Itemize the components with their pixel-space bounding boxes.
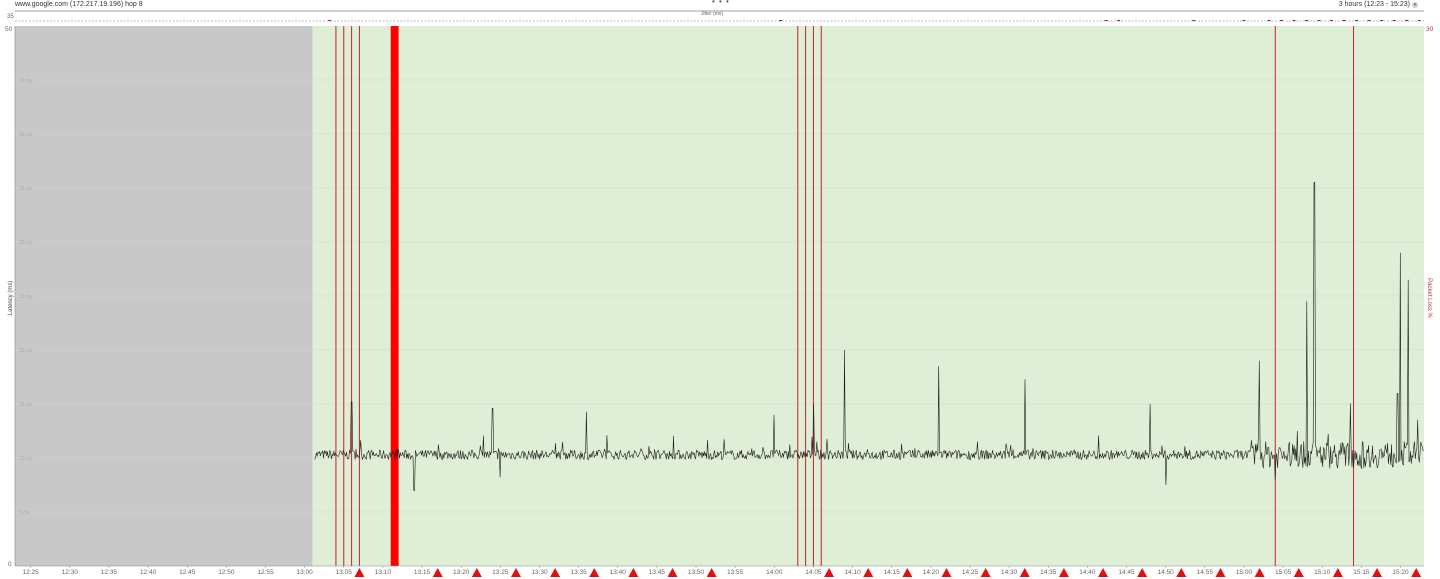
alert-triangle	[1411, 568, 1422, 577]
x-tick-label: 14:05	[805, 569, 822, 576]
alert-triangle	[667, 568, 678, 577]
alert-triangle	[1019, 568, 1030, 577]
alert-triangle	[589, 568, 600, 577]
x-tick-label: 12:40	[140, 569, 157, 576]
alert-triangle	[863, 568, 874, 577]
alert-triangle	[706, 568, 717, 577]
x-tick-labels: 12:25 12:30 12:35 12:40 12:45 12:50 12:55 13:00…	[23, 566, 1409, 576]
x-tick-label: 14:55	[1197, 569, 1214, 576]
jitter-scale-label: 35	[7, 14, 14, 20]
alert-triangle	[628, 568, 639, 577]
x-tick-label: 13:55	[727, 569, 744, 576]
x-tick-label: 15:20	[1392, 569, 1409, 576]
jitter-label: Jitter (ms)	[701, 11, 724, 17]
alert-triangle	[824, 568, 835, 577]
alert-triangle	[471, 568, 482, 577]
x-tick-label: 12:30	[62, 569, 79, 576]
x-tick-label: 14:45	[1118, 569, 1135, 576]
x-tick-label: 12:50	[218, 569, 235, 576]
y-min-label: 0	[8, 561, 12, 568]
x-tick-label: 13:20	[453, 569, 470, 576]
x-tick-label: 14:15	[884, 569, 901, 576]
x-tick-label: 13:15	[414, 569, 431, 576]
x-tick-label: 14:35	[1040, 569, 1057, 576]
y-tick-label: 30 ms	[19, 240, 33, 246]
x-tick-label: 14:20	[923, 569, 940, 576]
x-tick-label: 12:55	[257, 569, 274, 576]
x-tick-label: 13:00	[296, 569, 313, 576]
alert-triangle	[1215, 568, 1226, 577]
x-tick-label: 13:10	[375, 569, 392, 576]
x-tick-label: 15:05	[1275, 569, 1292, 576]
alert-triangle	[1058, 568, 1069, 577]
y-tick-label: 10 ms	[19, 456, 33, 462]
y2-axis-title: Packet Loss %	[1426, 278, 1432, 318]
alert-triangle	[902, 568, 913, 577]
jitter-panel: Jitter (ms) 35	[7, 10, 1424, 22]
y2-max-label: 30	[1426, 26, 1434, 33]
x-tick-label: 15:00	[1236, 569, 1253, 576]
y-tick-label: 25 ms	[19, 294, 33, 300]
x-tick-label: 14:00	[766, 569, 783, 576]
alert-triangle	[550, 568, 561, 577]
y-axis-title: Latency (ms)	[8, 281, 14, 316]
x-tick-label: 13:05	[336, 569, 353, 576]
alert-triangle	[1176, 568, 1187, 577]
x-tick-label: 13:35	[570, 569, 587, 576]
alert-triangle	[1332, 568, 1343, 577]
alert-triangle	[980, 568, 991, 577]
x-tick-label: 13:50	[688, 569, 705, 576]
x-tick-label: 12:45	[179, 569, 196, 576]
x-tick-label: 13:30	[531, 569, 548, 576]
y-tick-label: 20 ms	[19, 348, 33, 354]
alert-triangle	[510, 568, 521, 577]
alert-triangle	[432, 568, 443, 577]
alert-triangle	[1293, 568, 1304, 577]
x-tick-label: 14:30	[1001, 569, 1018, 576]
x-tick-label: 14:25	[962, 569, 979, 576]
alert-triangle	[354, 568, 365, 577]
alert-triangle	[1372, 568, 1383, 577]
x-tick-label: 13:40	[610, 569, 627, 576]
x-tick-label: 14:40	[1079, 569, 1096, 576]
packet-loss-block	[390, 26, 399, 566]
alert-triangle	[1254, 568, 1265, 577]
x-tick-label: 12:25	[23, 569, 40, 576]
y-max-label: 50	[5, 26, 13, 33]
x-tick-label: 14:50	[1158, 569, 1175, 576]
x-tick-label: 15:15	[1353, 569, 1370, 576]
x-tick-label: 14:10	[844, 569, 861, 576]
alert-triangle	[1137, 568, 1148, 577]
y-tick-label: 40 ms	[19, 132, 33, 138]
y-tick-label: 5 ms	[19, 510, 30, 516]
x-tick-label: 13:25	[492, 569, 509, 576]
y-tick-label: 15 ms	[19, 402, 33, 408]
latency-chart: Jitter (ms) 35 5 ms 10 ms 15 ms 20 ms 25 ms 3…	[5, 10, 1434, 577]
y-tick-label: 35 ms	[19, 186, 33, 192]
x-tick-label: 13:45	[649, 569, 666, 576]
alert-triangle	[1098, 568, 1109, 577]
y-tick-label: 45 ms	[19, 78, 33, 84]
alert-triangle	[941, 568, 952, 577]
x-tick-label: 12:35	[101, 569, 118, 576]
x-tick-label: 15:10	[1314, 569, 1331, 576]
